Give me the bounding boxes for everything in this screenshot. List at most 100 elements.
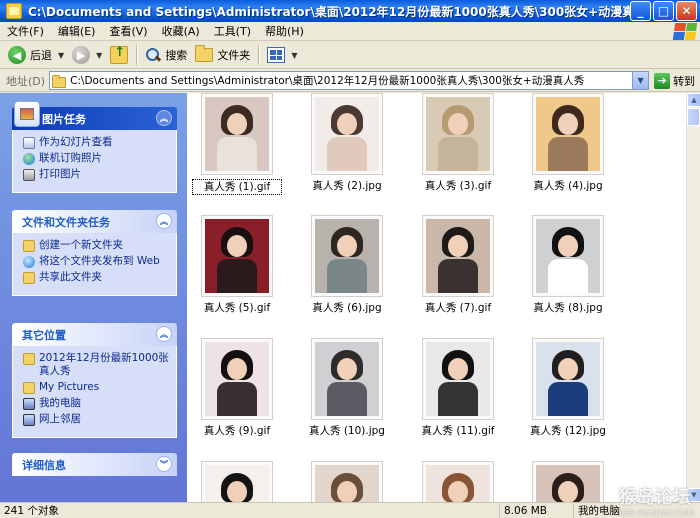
- file-name[interactable]: 真人秀 (8).jpg: [523, 301, 613, 315]
- details-header[interactable]: 详细信息 ︾: [12, 453, 177, 476]
- file-name[interactable]: 真人秀 (5).gif: [192, 301, 282, 315]
- watermark-text: 猴岛论坛: [618, 487, 691, 508]
- folders-label: 文件夹: [217, 49, 251, 62]
- file-name[interactable]: 真人秀 (4).jpg: [523, 179, 613, 193]
- menu-view[interactable]: 查看(V): [102, 22, 154, 41]
- collapse-chevron-icon[interactable]: ︽: [156, 110, 172, 126]
- task-share-folder[interactable]: 共享此文件夹: [23, 271, 170, 284]
- file-thumbnail[interactable]: [532, 461, 604, 502]
- back-button[interactable]: ◀ 后退 ▼: [4, 44, 68, 67]
- scrollbar-thumb[interactable]: [687, 108, 700, 126]
- file-name[interactable]: 真人秀 (2).jpg: [302, 179, 392, 193]
- watermark-sub: BBS.HOUDAO.COM: [618, 509, 694, 518]
- thumbnail-image: [315, 465, 379, 502]
- file-name[interactable]: 真人秀 (11).gif: [413, 424, 503, 438]
- printer-icon: [23, 169, 35, 181]
- collapse-chevron-icon[interactable]: ︽: [156, 213, 172, 229]
- file-name[interactable]: 真人秀 (3).gif: [413, 179, 503, 193]
- address-label: 地址(D): [6, 74, 46, 88]
- task-new-folder[interactable]: 创建一个新文件夹: [23, 239, 170, 252]
- vertical-scrollbar[interactable]: ▲ ▼: [686, 93, 700, 502]
- expand-chevron-icon[interactable]: ︾: [156, 456, 172, 472]
- back-dropdown-icon[interactable]: ▼: [58, 51, 64, 60]
- thumbnail-image: [536, 97, 600, 171]
- network-places-icon: [23, 414, 35, 426]
- views-dropdown-icon[interactable]: ▼: [291, 51, 297, 60]
- other-places-panel: 其它位置 ︽ 2012年12月份最新1000张真人秀 My Pictures 我…: [12, 323, 177, 438]
- close-button[interactable]: ✕: [676, 1, 697, 21]
- file-thumbnail[interactable]: [422, 461, 494, 502]
- picture-tasks-title: 图片任务: [42, 112, 86, 126]
- forward-button[interactable]: ▶ ▼: [68, 44, 106, 67]
- up-folder-button[interactable]: [106, 44, 132, 67]
- status-size: 8.06 MB: [500, 503, 574, 518]
- file-name[interactable]: 真人秀 (10).jpg: [302, 424, 392, 438]
- search-button[interactable]: 搜索: [141, 44, 191, 67]
- file-name[interactable]: 真人秀 (7).gif: [413, 301, 503, 315]
- file-thumbnail[interactable]: [201, 93, 273, 175]
- menu-file[interactable]: 文件(F): [0, 22, 51, 41]
- file-thumbnail[interactable]: [201, 215, 273, 297]
- file-thumbnail[interactable]: [422, 93, 494, 175]
- menu-tools[interactable]: 工具(T): [207, 22, 258, 41]
- file-list-view[interactable]: 真人秀 (1).gif 真人秀 (2).jpg 真人秀 (3).gif 真人秀 (4)…: [187, 93, 686, 502]
- details-panel: 详细信息 ︾: [12, 453, 177, 476]
- title-bar: C:\Documents and Settings\Administrator\…: [0, 0, 700, 22]
- place-my-computer[interactable]: 我的电脑: [23, 397, 170, 410]
- folders-icon: [195, 45, 214, 62]
- picture-tasks-header[interactable]: 图片任务 ︽: [12, 101, 177, 130]
- thumbnail-image: [536, 342, 600, 416]
- file-name[interactable]: 真人秀 (9).gif: [192, 424, 282, 438]
- thumbnail-image: [426, 342, 490, 416]
- address-dropdown-icon[interactable]: ▼: [632, 72, 649, 89]
- forward-dropdown-icon[interactable]: ▼: [96, 51, 102, 60]
- task-print[interactable]: 打印图片: [23, 168, 170, 181]
- other-places-title: 其它位置: [22, 328, 66, 342]
- folders-button[interactable]: 文件夹: [191, 44, 254, 67]
- menu-edit[interactable]: 编辑(E): [51, 22, 103, 41]
- views-button[interactable]: ▼: [263, 44, 301, 67]
- file-thumbnail[interactable]: [532, 215, 604, 297]
- thumbnail-image: [205, 219, 269, 293]
- task-order-prints[interactable]: 联机订购照片: [23, 152, 170, 165]
- file-thumbnail[interactable]: [201, 461, 273, 502]
- place-network[interactable]: 网上邻居: [23, 413, 170, 426]
- file-name[interactable]: 真人秀 (6).jpg: [302, 301, 392, 315]
- file-thumbnail[interactable]: [532, 93, 604, 175]
- file-name[interactable]: 真人秀 (12).jpg: [523, 424, 613, 438]
- file-thumbnail[interactable]: [311, 215, 383, 297]
- file-tasks-header[interactable]: 文件和文件夹任务 ︽: [12, 210, 177, 233]
- task-publish-web[interactable]: 将这个文件夹发布到 Web: [23, 255, 170, 268]
- task-slideshow[interactable]: 作为幻灯片查看: [23, 136, 170, 149]
- details-title: 详细信息: [22, 458, 66, 472]
- thumbnail-image: [315, 97, 379, 171]
- slideshow-icon: [23, 137, 35, 149]
- menu-help[interactable]: 帮助(H): [258, 22, 311, 41]
- other-places-header[interactable]: 其它位置 ︽: [12, 323, 177, 346]
- file-thumbnail[interactable]: [532, 338, 604, 420]
- file-name[interactable]: 真人秀 (1).gif: [192, 179, 282, 195]
- task-label: 共享此文件夹: [39, 271, 102, 283]
- place-my-pictures[interactable]: My Pictures: [23, 381, 170, 394]
- maximize-button[interactable]: □: [653, 1, 674, 21]
- file-thumbnail[interactable]: [201, 338, 273, 420]
- minimize-button[interactable]: _: [630, 1, 651, 21]
- toolbar: ◀ 后退 ▼ ▶ ▼ 搜索 文件夹 ▼: [0, 42, 700, 69]
- place-parent-folder[interactable]: 2012年12月份最新1000张真人秀: [23, 352, 170, 378]
- thumbnail-image: [205, 97, 269, 171]
- order-prints-icon: [23, 153, 35, 165]
- task-label: 打印图片: [39, 168, 81, 180]
- file-thumbnail[interactable]: [422, 215, 494, 297]
- scroll-up-button[interactable]: ▲: [687, 93, 700, 107]
- picture-tasks-icon: [14, 101, 40, 127]
- file-thumbnail[interactable]: [311, 338, 383, 420]
- file-thumbnail[interactable]: [311, 461, 383, 502]
- file-thumbnail[interactable]: [422, 338, 494, 420]
- collapse-chevron-icon[interactable]: ︽: [156, 326, 172, 342]
- address-input[interactable]: C:\Documents and Settings\Administrator\…: [49, 71, 650, 90]
- thumbnail-image: [205, 342, 269, 416]
- menu-favorites[interactable]: 收藏(A): [155, 22, 207, 41]
- go-button[interactable]: ➔ 转到: [654, 72, 695, 89]
- thumbnail-image: [536, 465, 600, 502]
- file-thumbnail[interactable]: [311, 93, 383, 175]
